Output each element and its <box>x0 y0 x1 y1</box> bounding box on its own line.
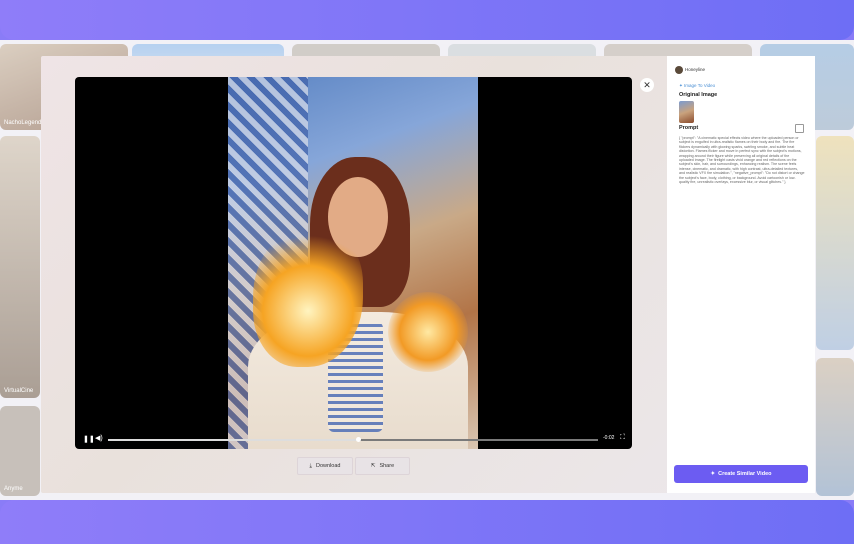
username[interactable]: Honeyline <box>685 67 705 72</box>
time-remaining: -0:02 <box>603 435 615 441</box>
bottom-frame-bar <box>0 500 854 544</box>
video-player[interactable]: ❚❚ ◀) -0:02 ⛶ <box>75 77 632 449</box>
video-frame <box>228 77 478 449</box>
seek-handle[interactable] <box>355 437 361 442</box>
close-button[interactable]: ✕ <box>640 78 654 92</box>
copy-icon[interactable] <box>795 124 804 133</box>
create-similar-video-button[interactable]: ✦ Create Similar Video <box>674 465 808 483</box>
share-icon: ⇱ <box>370 463 376 469</box>
share-button[interactable]: ⇱ Share <box>355 457 410 475</box>
seek-bar[interactable] <box>108 437 598 442</box>
fullscreen-icon[interactable]: ⛶ <box>620 434 625 442</box>
original-image-title: Original Image <box>679 92 718 98</box>
sparkle-icon: ✦ <box>710 471 716 477</box>
pause-icon[interactable]: ❚❚ <box>83 435 95 443</box>
video-controls: ❚❚ ◀) -0:02 ⛶ <box>75 431 632 449</box>
top-frame-bar <box>0 0 854 40</box>
volume-icon[interactable]: ◀) <box>95 434 103 442</box>
close-icon: ✕ <box>643 80 651 90</box>
share-label: Share <box>379 463 395 469</box>
create-label: Create Similar Video <box>718 471 772 477</box>
details-panel: Honeyline ✦ Image To Video Original Imag… <box>667 56 815 493</box>
original-image-thumbnail[interactable] <box>679 101 694 123</box>
download-label: Download <box>315 463 341 469</box>
download-icon: ⤓ <box>309 462 312 469</box>
download-button[interactable]: ⤓ Download <box>297 457 353 475</box>
category-tag[interactable]: ✦ Image To Video <box>679 83 715 89</box>
avatar[interactable] <box>675 66 683 74</box>
prompt-title: Prompt <box>679 125 699 131</box>
prompt-text: { "prompt": "A cinematic special effects… <box>679 136 805 185</box>
